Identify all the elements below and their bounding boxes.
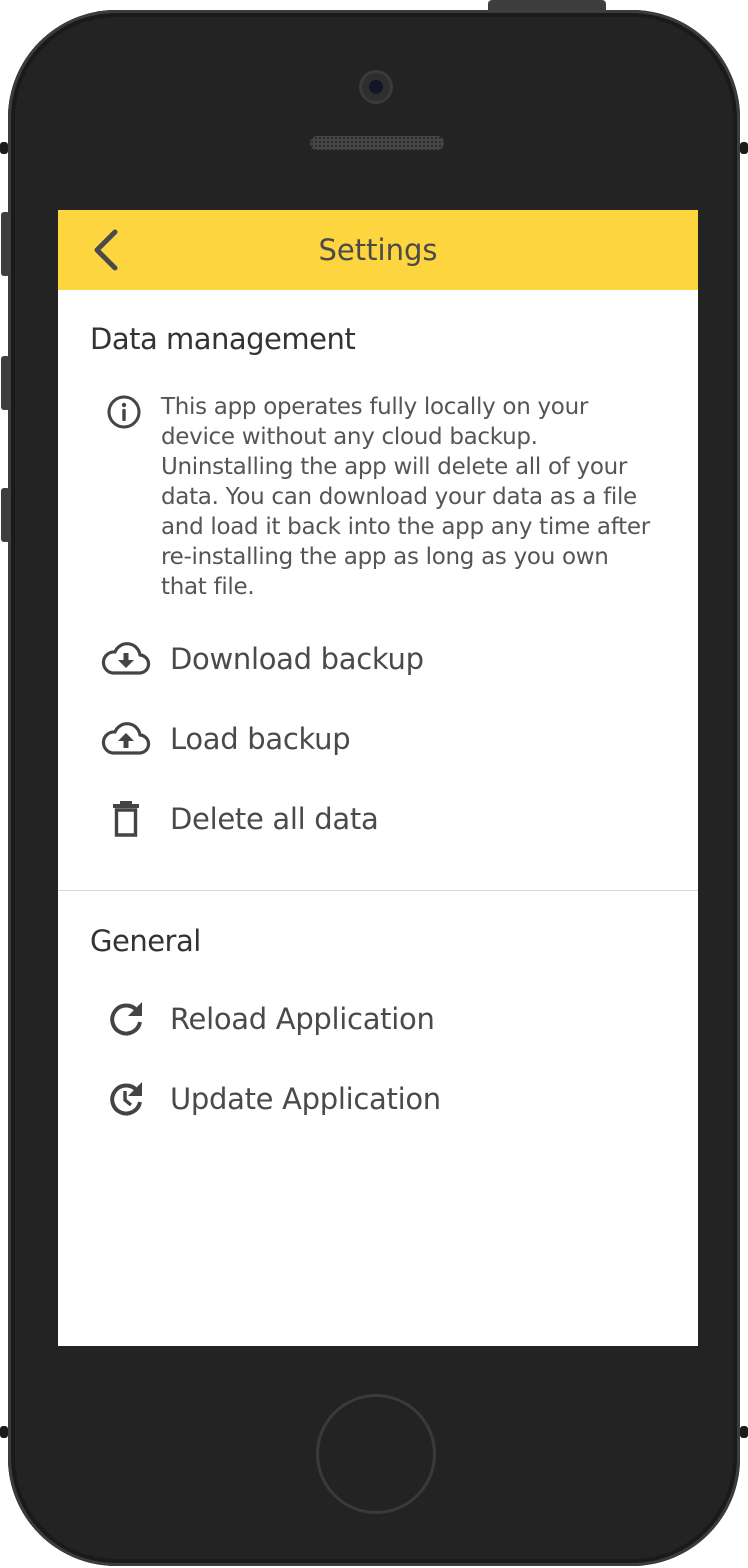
frame-notch bbox=[0, 142, 8, 154]
app-screen: Settings Data management This app operat… bbox=[58, 210, 698, 1346]
section-divider bbox=[58, 890, 698, 891]
info-circle-icon bbox=[107, 395, 141, 429]
info-text: This app operates fully locally on your … bbox=[161, 394, 650, 600]
section-title-data-management: Data management bbox=[90, 322, 356, 356]
back-button[interactable] bbox=[82, 226, 130, 274]
cloud-upload-icon bbox=[101, 722, 151, 755]
front-camera bbox=[359, 70, 393, 104]
cloud-download-icon bbox=[101, 642, 151, 675]
download-backup-button[interactable]: Download backup bbox=[98, 627, 658, 691]
delete-all-data-label: Delete all data bbox=[170, 802, 379, 836]
reload-application-button[interactable]: Reload Application bbox=[98, 987, 658, 1051]
section-title-general: General bbox=[90, 924, 201, 958]
page-title: Settings bbox=[318, 233, 438, 267]
download-backup-label: Download backup bbox=[170, 642, 424, 676]
chevron-left-icon bbox=[94, 229, 118, 271]
frame-notch bbox=[740, 142, 748, 154]
volume-down-button bbox=[1, 488, 10, 542]
home-button[interactable] bbox=[316, 1394, 436, 1514]
update-application-button[interactable]: Update Application bbox=[98, 1067, 658, 1131]
mute-switch bbox=[1, 212, 10, 276]
volume-up-button bbox=[1, 356, 10, 410]
reload-icon bbox=[110, 1002, 142, 1036]
earpiece-speaker bbox=[310, 136, 444, 150]
update-clock-icon bbox=[110, 1082, 142, 1116]
update-application-label: Update Application bbox=[170, 1082, 441, 1116]
app-bar: Settings bbox=[58, 210, 698, 290]
frame-notch bbox=[0, 1426, 8, 1438]
load-backup-label: Load backup bbox=[170, 722, 351, 756]
load-backup-button[interactable]: Load backup bbox=[98, 707, 658, 771]
delete-all-data-button[interactable]: Delete all data bbox=[98, 787, 658, 851]
frame-notch bbox=[740, 1426, 748, 1438]
power-button bbox=[488, 0, 606, 12]
reload-application-label: Reload Application bbox=[170, 1002, 435, 1036]
trash-icon bbox=[113, 801, 139, 837]
